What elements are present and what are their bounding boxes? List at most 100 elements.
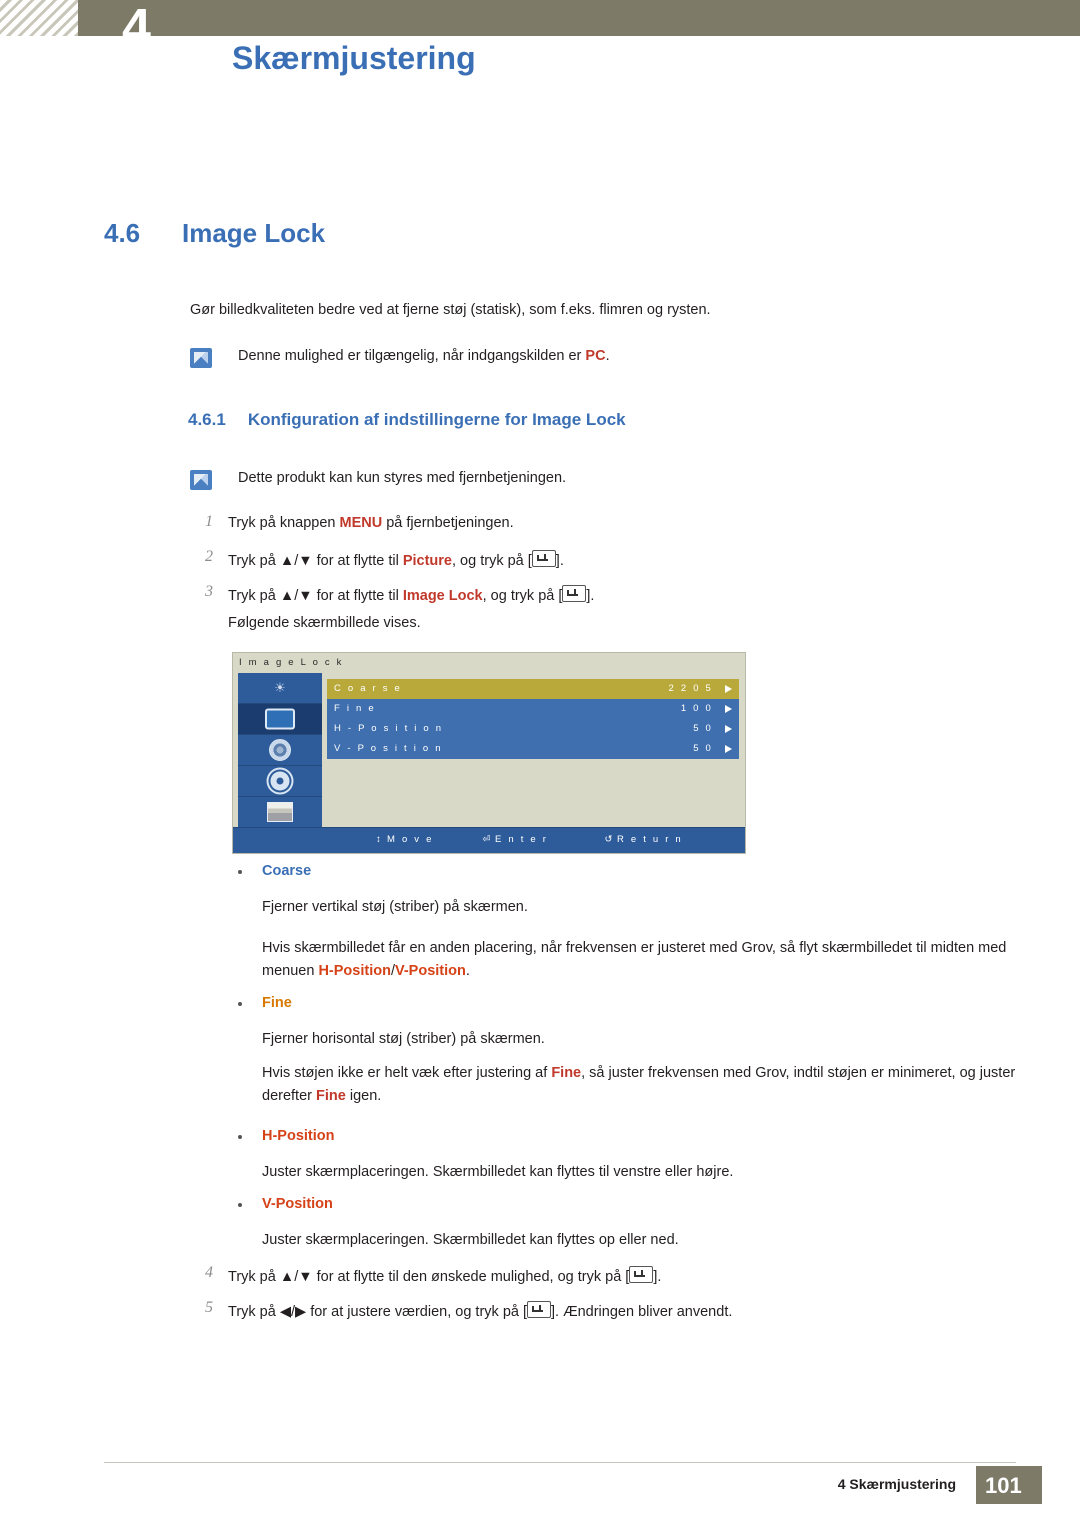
osd-footer-enter-label: E n t e r: [495, 834, 549, 845]
osd-icon-multicontrol[interactable]: [238, 797, 322, 828]
step-2-text-d: , og tryk på [: [452, 553, 532, 569]
step-2-text-a: Tryk på: [228, 553, 280, 569]
footer-chapter-label: 4 Skærmjustering: [837, 1476, 956, 1492]
osd-footer: ↕ M o v e ⏎ E n t e r ↺ R e t u r n: [233, 827, 745, 853]
osd-row-list: C o a r s e 2 2 0 5 F i n e 1 0 0 H - P …: [327, 679, 739, 759]
step-4-number: 4: [205, 1264, 213, 1281]
speaker-icon: [269, 739, 291, 761]
step-1-text-c: på fjernbetjeningen.: [382, 515, 514, 531]
osd-row-value: 2 2 0 5: [668, 683, 713, 694]
step-3-follow-text: Følgende skærmbillede vises.: [228, 615, 421, 631]
osd-row-v-position[interactable]: V - P o s i t i o n 5 0: [327, 739, 739, 759]
header-hatch-decoration: [0, 0, 78, 36]
fine-p2-fine-2: Fine: [316, 1088, 346, 1105]
step-5: 5 Tryk på ◀/▶ for at justere værdien, og…: [190, 1299, 733, 1320]
step-3-text-e: ].: [586, 588, 595, 604]
step-2-number: 2: [205, 548, 213, 565]
updown-arrows-icon: ▲/▼: [279, 588, 313, 604]
updown-arrows-icon: ▲/▼: [279, 1269, 313, 1285]
step-4: 4 Tryk på ▲/▼ for at flytte til den ønsk…: [190, 1264, 662, 1285]
step-3-text-b: for at flytte til: [312, 588, 403, 604]
step-3: 3 Tryk på ▲/▼ for at flytte til Image Lo…: [190, 583, 595, 604]
step-2: 2 Tryk på ▲/▼ for at flytte til Picture,…: [190, 548, 564, 569]
chevron-right-icon: [725, 725, 732, 733]
step-3-number: 3: [205, 583, 213, 600]
note-icon: [190, 348, 212, 368]
chevron-right-icon: [725, 705, 732, 713]
bullet-dot-icon: [238, 870, 242, 874]
enter-key-icon: [531, 550, 556, 567]
osd-icon-sound[interactable]: [238, 735, 322, 766]
step-1-text-a: Tryk på knappen: [228, 515, 340, 531]
section-number: 4.6: [104, 218, 141, 248]
bullet-dot-icon: [238, 1135, 242, 1139]
h-position-paragraph: Juster skærmplaceringen. Skærmbilledet k…: [262, 1164, 734, 1180]
bullet-coarse-label: Coarse: [262, 863, 312, 879]
fine-paragraph-2: Hvis støjen ikke er helt væk efter juste…: [262, 1062, 1022, 1108]
v-position-paragraph: Juster skærmplaceringen. Skærmbilledet k…: [262, 1232, 679, 1248]
osd-row-label: C o a r s e: [334, 683, 403, 694]
coarse-paragraph-1: Fjerner vertikal støj (striber) på skærm…: [262, 899, 528, 915]
step-5-text-a: Tryk på: [228, 1304, 280, 1320]
return-icon: ↺: [604, 834, 613, 845]
enter-key-icon: [629, 1266, 654, 1283]
step-4-text-c: ].: [653, 1269, 662, 1285]
fine-p2-e: igen.: [345, 1088, 382, 1105]
osd-icon-picture[interactable]: [238, 704, 322, 735]
enter-icon: ⏎: [482, 834, 491, 845]
osd-row-coarse[interactable]: C o a r s e 2 2 0 5: [327, 679, 739, 699]
step-2-text-e: ].: [555, 553, 564, 569]
step-1-menu-label: MENU: [339, 515, 383, 531]
bullet-v-position-label: V-Position: [262, 1196, 333, 1212]
step-3-text-d: , og tryk på [: [482, 588, 563, 604]
coarse-p2-hposition: H-Position: [318, 963, 391, 980]
step-5-text-b: for at justere værdien, og tryk på [: [306, 1304, 528, 1320]
subsection-number: 4.6.1: [188, 410, 226, 429]
brightness-icon: ☀: [274, 680, 286, 695]
osd-icon-brightness[interactable]: ☀: [238, 673, 322, 704]
osd-row-h-position[interactable]: H - P o s i t i o n 5 0: [327, 719, 739, 739]
note-1-text-before: Denne mulighed er tilgængelig, når indga…: [238, 348, 586, 364]
osd-row-value: 5 0: [693, 723, 713, 734]
step-3-text-a: Tryk på: [228, 588, 280, 604]
step-2-text-b: for at flytte til: [312, 553, 403, 569]
osd-row-label: V - P o s i t i o n: [334, 743, 443, 754]
monitor-icon: [265, 708, 295, 730]
bullet-fine-label: Fine: [262, 995, 292, 1011]
osd-footer-enter: ⏎ E n t e r: [481, 834, 548, 845]
step-5-number: 5: [205, 1299, 213, 1316]
footer-page-badge: 101: [976, 1466, 1042, 1504]
osd-footer-return: ↺ R e t u r n: [603, 834, 683, 845]
step-5-text-c: ]. Ændringen bliver anvendt.: [551, 1304, 733, 1320]
gear-icon: [270, 771, 290, 791]
step-3-imagelock-label: Image Lock: [402, 588, 483, 604]
bullet-dot-icon: [238, 1002, 242, 1006]
header-bar: [78, 0, 1080, 36]
step-4-text-a: Tryk på: [228, 1269, 280, 1285]
osd-title: I m a g e L o c k: [239, 657, 344, 668]
step-2-picture-label: Picture: [402, 553, 452, 569]
updown-icon: ↕: [376, 834, 381, 845]
note-2-text: Dette produkt kan kun styres med fjernbe…: [238, 470, 567, 486]
osd-screenshot: I m a g e L o c k ☀ C o a r s e 2 2 0 5 …: [232, 652, 746, 854]
step-4-text-b: for at flytte til den ønskede mulighed, …: [312, 1269, 630, 1285]
chevron-right-icon: [725, 685, 732, 693]
chevron-right-icon: [725, 745, 732, 753]
subsection-heading: 4.6.1 Konfiguration af indstillingerne fo…: [188, 410, 626, 430]
chapter-number: 4: [122, 0, 151, 57]
fine-p2-fine-1: Fine: [551, 1065, 582, 1081]
chapter-title: Skærmjustering: [232, 40, 476, 76]
step-1: 1 Tryk på knappen MENU på fjernbetjening…: [190, 513, 514, 531]
stack-icon: [267, 802, 293, 822]
leftright-arrows-icon: ◀/▶: [279, 1304, 307, 1320]
osd-footer-move: ↕ M o v e: [373, 834, 434, 845]
osd-icon-setup[interactable]: [238, 766, 322, 797]
note-1-highlight: PC: [585, 348, 606, 364]
osd-row-label: H - P o s i t i o n: [334, 723, 444, 734]
enter-key-icon: [562, 585, 587, 602]
bullet-h-position-label: H-Position: [262, 1128, 335, 1144]
osd-row-value: 1 0 0: [680, 703, 713, 714]
osd-row-fine[interactable]: F i n e 1 0 0: [327, 699, 739, 719]
coarse-p2-vposition: V-Position: [394, 963, 466, 980]
section-title: Image Lock: [182, 218, 326, 248]
